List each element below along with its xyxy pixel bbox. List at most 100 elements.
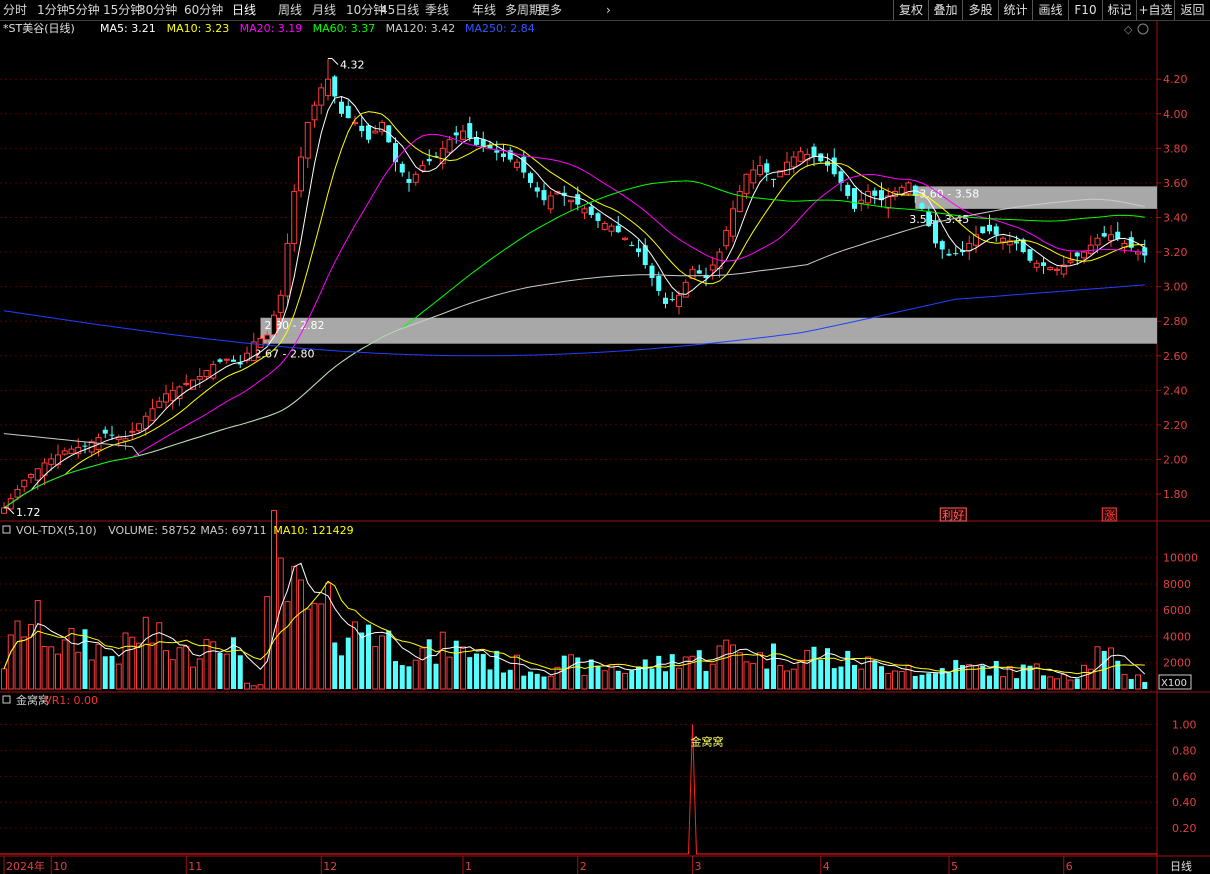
candle-body-23[interactable] (156, 400, 163, 408)
toolbar-button-4[interactable]: 画线 (1032, 0, 1068, 20)
period-tab-12[interactable]: 年线 (472, 0, 496, 20)
candle-body-140[interactable] (946, 253, 952, 256)
period-tab-11[interactable]: 季线 (425, 0, 449, 20)
kline-chart[interactable]: 4.20 4.00 3.80 3.60 3.40 3.20 3.00 2.80 2.60 2.40… (0, 20, 1210, 874)
candle-body-85[interactable] (575, 194, 581, 205)
candle-body-76[interactable] (514, 161, 520, 168)
candle-body-163[interactable] (1101, 233, 1107, 237)
candle-body-148[interactable] (1000, 237, 1006, 243)
candle-body-46[interactable] (311, 104, 318, 121)
candle-body-164[interactable] (1108, 234, 1114, 241)
candle-body-38[interactable] (257, 338, 264, 348)
candle-body-29[interactable] (196, 376, 203, 380)
toolbar-button-2[interactable]: 多股 (962, 0, 998, 20)
candle-body-84[interactable] (568, 199, 574, 203)
candle-body-87[interactable] (588, 206, 594, 215)
candle-body-19[interactable] (129, 430, 136, 433)
candle-body-129[interactable] (872, 190, 878, 196)
candle-body-128[interactable] (865, 191, 871, 204)
toolbar-button-3[interactable]: 统计 (998, 0, 1032, 20)
period-tab-3[interactable]: 15分钟 (103, 0, 142, 20)
candle-body-7[interactable] (48, 458, 55, 465)
vol-collapse-icon[interactable] (2, 525, 11, 534)
toolbar-button-8[interactable]: 返回 (1174, 0, 1210, 20)
candle-body-114[interactable] (771, 178, 776, 180)
candle-body-41[interactable] (277, 294, 284, 313)
period-tab-2[interactable]: 5分钟 (68, 0, 100, 20)
candle-body-126[interactable] (852, 188, 857, 209)
candle-body-127[interactable] (858, 199, 865, 204)
candle-body-3[interactable] (21, 479, 28, 488)
candle-body-12[interactable] (82, 445, 88, 447)
candle-body-92[interactable] (622, 237, 628, 240)
candle-body-159[interactable] (1074, 252, 1080, 257)
candle-body-54[interactable] (366, 125, 371, 140)
period-tab-13[interactable]: 多周期 (505, 0, 541, 20)
period-tab-5[interactable]: 60分钟 (184, 0, 223, 20)
candle-body-160[interactable] (1081, 251, 1087, 259)
candle-body-161[interactable] (1087, 244, 1094, 254)
candle-body-51[interactable] (345, 105, 351, 119)
toolbar-button-6[interactable]: 标记 (1102, 0, 1136, 20)
candle-body-0[interactable] (1, 507, 7, 514)
period-tab-0[interactable]: 分时 (3, 0, 27, 20)
period-tab-7[interactable]: 周线 (278, 0, 302, 20)
candle-body-4[interactable] (28, 473, 34, 478)
candle-body-73[interactable] (494, 150, 500, 153)
candle-body-165[interactable] (1115, 231, 1121, 240)
candle-body-156[interactable] (1054, 268, 1060, 271)
candle-body-15[interactable] (102, 429, 108, 434)
toolbar-button-0[interactable]: 复权 (893, 0, 928, 20)
candle-body-113[interactable] (764, 163, 770, 173)
candle-body-116[interactable] (784, 161, 790, 175)
candle-body-45[interactable] (304, 121, 311, 159)
candle-body-108[interactable] (730, 208, 736, 237)
candle-body-68[interactable] (460, 130, 466, 140)
candle-body-98[interactable] (663, 297, 668, 304)
candle-body-61[interactable] (412, 173, 419, 183)
candle-body-33[interactable] (223, 358, 230, 361)
candle-body-32[interactable] (217, 359, 223, 362)
candle-body-145[interactable] (980, 226, 986, 234)
candle-body-43[interactable] (291, 191, 298, 244)
candle-body-138[interactable] (933, 220, 938, 244)
candle-body-2[interactable] (14, 488, 21, 498)
candle-body-107[interactable] (723, 229, 730, 247)
candle-body-153[interactable] (1033, 262, 1040, 268)
candle-body-79[interactable] (534, 187, 540, 192)
candle-body-155[interactable] (1047, 267, 1054, 270)
candle-body-147[interactable] (993, 226, 999, 235)
candle-body-48[interactable] (325, 78, 331, 97)
candle-body-89[interactable] (601, 223, 608, 230)
candle-body-158[interactable] (1067, 260, 1074, 263)
candle-body-58[interactable] (393, 143, 398, 163)
candle-body-18[interactable] (122, 438, 129, 442)
candle-body-105[interactable] (709, 264, 716, 271)
candle-body-123[interactable] (831, 157, 837, 175)
candle-body-120[interactable] (811, 146, 817, 157)
settings-icon[interactable] (1137, 23, 1149, 35)
candle-body-121[interactable] (818, 153, 824, 162)
candle-body-169[interactable] (1142, 247, 1148, 256)
period-tab-6[interactable]: 日线 (232, 0, 256, 20)
candle-body-154[interactable] (1041, 262, 1046, 266)
candle-body-117[interactable] (790, 156, 797, 168)
candle-body-5[interactable] (34, 468, 41, 481)
candle-body-39[interactable] (264, 334, 271, 341)
candle-body-91[interactable] (615, 225, 621, 233)
candle-body-103[interactable] (696, 270, 702, 274)
candle-body-21[interactable] (142, 415, 149, 430)
candle-body-94[interactable] (636, 248, 641, 253)
period-tab-4[interactable]: 30分钟 (138, 0, 177, 20)
candle-body-96[interactable] (649, 265, 655, 278)
candle-body-25[interactable] (169, 389, 176, 401)
candle-body-93[interactable] (629, 244, 635, 246)
candle-body-47[interactable] (318, 87, 325, 106)
candle-body-62[interactable] (419, 165, 426, 171)
candle-body-112[interactable] (757, 165, 763, 175)
candle-body-27[interactable] (183, 382, 190, 385)
candle-body-110[interactable] (743, 173, 750, 195)
candle-body-136[interactable] (919, 203, 925, 209)
toolbar-button-5[interactable]: F10 (1068, 0, 1102, 20)
candle-body-30[interactable] (203, 369, 210, 378)
